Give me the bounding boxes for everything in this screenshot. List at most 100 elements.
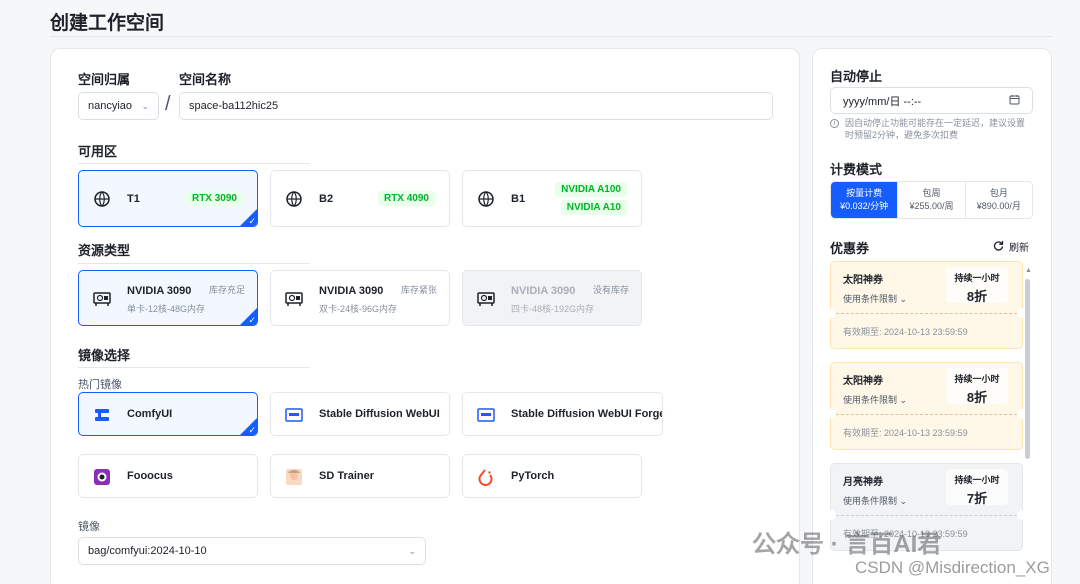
globe-icon	[476, 189, 496, 209]
zone-divider	[78, 163, 310, 164]
resource-option-1gpu[interactable]: NVIDIA 3090 单卡-12核-48G内存 库存充足 ✓	[78, 270, 258, 326]
gpu-tag: NVIDIA A10	[560, 200, 627, 215]
image-option-sd-webui[interactable]: Stable Diffusion WebUI	[270, 392, 450, 436]
gpu-tag: NVIDIA A100	[555, 182, 627, 197]
auto-stop-hint: i 因自动停止功能可能存在一定延迟，建议设置时预留2分钟，避免多次扣费	[830, 117, 1035, 141]
billing-price: ¥255.00/周	[909, 201, 954, 211]
mirror-label: 镜像	[78, 521, 100, 533]
resource-option-4gpu: NVIDIA 3090 四卡-48核-192G内存 没有库存	[462, 270, 642, 326]
image-option-fooocus[interactable]: Fooocus	[78, 454, 258, 498]
coupon-name: 太阳神券	[843, 376, 883, 387]
coupon-discount: 7折	[966, 491, 988, 506]
gpu-tag: RTX 3090	[185, 191, 243, 206]
hot-images-label: 热门镜像	[78, 379, 122, 391]
coupon-notch	[826, 510, 836, 520]
image-name: ComfyUI	[127, 408, 173, 420]
chevron-down-icon: ⌄	[408, 545, 416, 556]
coupon-notch	[826, 308, 836, 318]
scroll-up-arrow-icon[interactable]: ▲	[1025, 267, 1032, 274]
coupon-duration: 持续一小时	[954, 475, 1000, 485]
coupon-scrollbar[interactable]: ▲	[1023, 267, 1032, 584]
comfyui-icon	[92, 405, 112, 425]
image-name: Stable Diffusion WebUI Forge	[511, 408, 663, 420]
check-icon: ✓	[248, 216, 256, 226]
coupon-name: 太阳神券	[843, 275, 883, 286]
image-option-sd-trainer[interactable]: SD Trainer	[270, 454, 450, 498]
side-panel: 自动停止 yyyy/mm/日 --:-- i 因自动停止功能可能存在一定延迟，建议…	[812, 48, 1052, 584]
zone-option-t1[interactable]: T1 RTX 3090 ✓	[78, 170, 258, 227]
coupon-notch	[826, 409, 836, 419]
coupon-conditions-label: 使用条件限制	[843, 395, 898, 405]
check-icon: ✓	[248, 425, 256, 435]
chevron-down-icon: ⌄	[899, 395, 908, 405]
coupon-card[interactable]: 太阳神券 使用条件限制 ⌄ 持续一小时 8折 有效期至: 2024-10-13 …	[826, 261, 1027, 349]
billing-price: ¥890.00/月	[976, 201, 1021, 211]
coupon-conditions-toggle[interactable]: 使用条件限制 ⌄	[843, 494, 907, 507]
mirror-select-value: bag/comfyui:2024-10-10	[88, 545, 207, 557]
owner-select[interactable]: nancyiao ⌄	[78, 92, 159, 120]
coupon-conditions-label: 使用条件限制	[843, 496, 898, 506]
pytorch-icon	[476, 467, 496, 487]
billing-label: 按量计费	[846, 188, 883, 198]
coupon-discount-box: 持续一小时 8折	[946, 267, 1008, 304]
resource-divider	[78, 263, 310, 264]
gpu-card-icon	[92, 289, 112, 309]
path-separator: /	[165, 93, 171, 115]
resource-spec: 单卡-12核-48G内存	[127, 304, 206, 314]
coupon-divider	[831, 515, 1022, 516]
resource-option-2gpu[interactable]: NVIDIA 3090 双卡-24核-96G内存 库存紧张	[270, 270, 450, 326]
image-name: Fooocus	[127, 470, 173, 482]
auto-stop-title: 自动停止	[830, 69, 883, 84]
billing-option-weekly[interactable]: 包周 ¥255.00/周	[897, 182, 964, 218]
chevron-down-icon: ⌄	[899, 294, 908, 304]
calendar-icon[interactable]	[1009, 94, 1020, 108]
zone-name: T1	[127, 193, 140, 205]
stock-status: 库存紧张	[400, 285, 437, 295]
wechat-watermark: 公众号 · 言百AI君	[752, 531, 942, 558]
coupon-expiry: 有效期至: 2024-10-13 23:59:59	[843, 327, 968, 337]
coupon-discount: 8折	[966, 289, 988, 304]
coupon-conditions-toggle[interactable]: 使用条件限制 ⌄	[843, 292, 907, 305]
billing-label: 包月	[989, 188, 1008, 198]
zone-option-b1[interactable]: B1 NVIDIA A100 NVIDIA A10	[462, 170, 642, 227]
image-option-comfyui[interactable]: ComfyUI ✓	[78, 392, 258, 436]
billing-option-pay-as-you-go[interactable]: 按量计费 ¥0.032/分钟	[831, 182, 898, 218]
resource-name: NVIDIA 3090	[511, 285, 576, 297]
coupon-divider	[831, 414, 1022, 415]
resource-section-title: 资源类型	[78, 243, 131, 258]
owner-select-value: nancyiao	[88, 100, 133, 112]
name-label: 空间名称	[179, 72, 232, 87]
sd-webui-icon	[284, 405, 304, 425]
gpu-tag: RTX 4090	[377, 191, 435, 206]
billing-option-monthly[interactable]: 包月 ¥890.00/月	[964, 182, 1032, 218]
image-option-pytorch[interactable]: PyTorch	[462, 454, 642, 498]
refresh-label: 刷新	[1009, 243, 1029, 254]
auto-stop-datetime-input[interactable]: yyyy/mm/日 --:--	[830, 87, 1033, 114]
image-name: PyTorch	[511, 470, 555, 482]
scrollbar-thumb[interactable]	[1025, 279, 1030, 459]
check-icon: ✓	[248, 315, 256, 325]
coupon-conditions-label: 使用条件限制	[843, 294, 898, 304]
resource-name: NVIDIA 3090	[127, 285, 192, 297]
zone-name: B1	[511, 193, 526, 205]
coupon-conditions-toggle[interactable]: 使用条件限制 ⌄	[843, 393, 907, 406]
coupon-card[interactable]: 太阳神券 使用条件限制 ⌄ 持续一小时 8折 有效期至: 2024-10-13 …	[826, 362, 1027, 450]
image-option-sd-forge[interactable]: Stable Diffusion WebUI Forge	[462, 392, 663, 436]
owner-label: 空间归属	[78, 72, 131, 87]
space-name-value: space-ba112hic25	[189, 100, 279, 112]
billing-price: ¥0.032/分钟	[840, 201, 889, 211]
hint-text: 因自动停止功能可能存在一定延迟，建议设置时预留2分钟，避免多次扣费	[845, 118, 1026, 140]
refresh-icon	[993, 240, 1004, 254]
coupon-discount: 8折	[966, 390, 988, 405]
coupon-discount-box: 持续一小时 8折	[946, 368, 1008, 405]
billing-label: 包周	[922, 188, 941, 198]
coupon-expiry: 有效期至: 2024-10-13 23:59:59	[843, 428, 968, 438]
refresh-button[interactable]: 刷新	[993, 239, 1029, 254]
fooocus-icon	[92, 467, 112, 487]
info-icon: i	[830, 119, 839, 128]
mirror-select[interactable]: bag/comfyui:2024-10-10 ⌄	[78, 537, 426, 565]
image-name: Stable Diffusion WebUI	[319, 408, 440, 420]
sd-forge-icon	[476, 405, 496, 425]
space-name-input[interactable]: space-ba112hic25	[179, 92, 773, 120]
zone-option-b2[interactable]: B2 RTX 4090	[270, 170, 450, 227]
